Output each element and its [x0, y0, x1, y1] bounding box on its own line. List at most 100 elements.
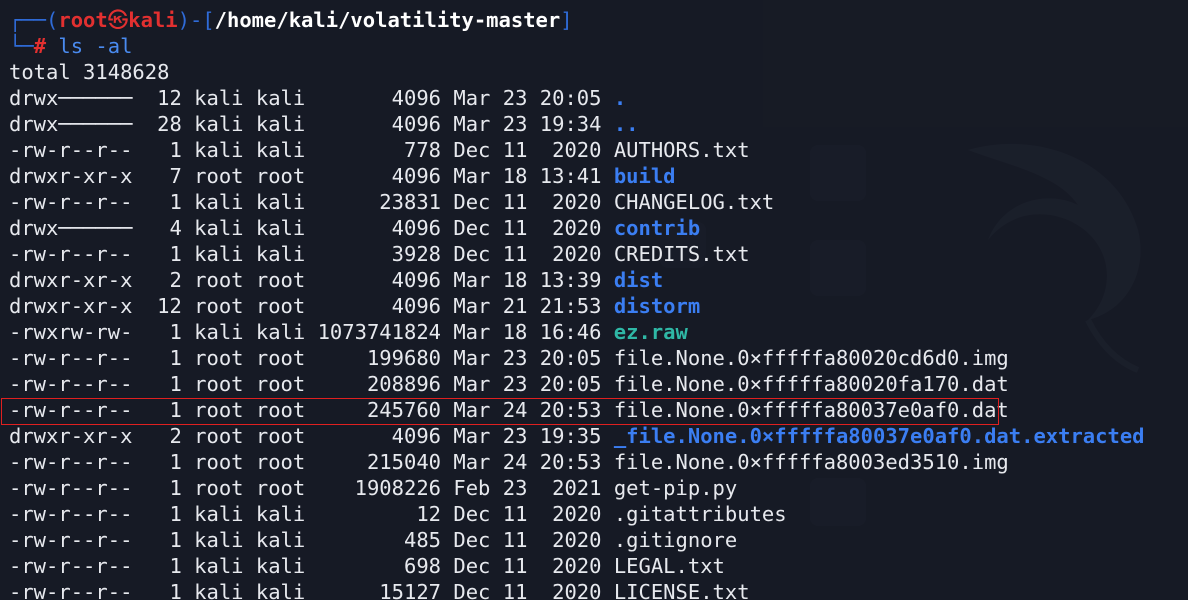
listing-date: Mar 23 19:35 [453, 424, 602, 448]
listing-row: -rw-r--r-- 1 kali kali 778 Dec 11 2020 A… [9, 137, 1145, 163]
listing-links: 1 [169, 138, 182, 162]
listing-filename: .gitattributes [613, 502, 787, 526]
listing-group: kali [255, 190, 306, 214]
total-line: total 3148628 [9, 60, 170, 84]
listing-group: kali [255, 502, 306, 526]
listing-links: 1 [169, 450, 182, 474]
listing-size: 4096 [391, 268, 442, 292]
listing-links: 1 [169, 242, 182, 266]
listing-owner: kali [194, 580, 244, 600]
listing-owner: root [194, 424, 244, 448]
listing-row: -rw-r--r-- 1 root root 208896 Mar 23 20:… [9, 371, 1145, 397]
listing-size: 4096 [391, 294, 442, 318]
listing-links: 1 [169, 372, 182, 396]
listing-filename: file.None.0×fffffa8003ed3510.img [613, 450, 1009, 474]
listing-row: -rw-r--r-- 1 kali kali 485 Dec 11 2020 .… [9, 527, 1145, 553]
listing-filename: . [613, 86, 627, 110]
listing-perms: -rw-r--r-- [9, 502, 133, 526]
listing-filename: build [613, 164, 676, 188]
listing-size: 4096 [391, 112, 442, 136]
listing-filename: file.None.0×fffffa80020cd6d0.img [613, 346, 1009, 370]
listing-perms: -rw-r--r-- [9, 580, 133, 600]
listing-owner: root [194, 294, 244, 318]
listing-group: kali [255, 216, 306, 240]
listing-group: root [255, 450, 306, 474]
listing-perms: -rw-r--r-- [9, 138, 133, 162]
listing-perms: -rw-r--r-- [9, 372, 133, 396]
listing-size: 485 [403, 528, 442, 552]
listing-owner: kali [194, 502, 244, 526]
listing-filename: contrib [613, 216, 701, 240]
listing-size: 4096 [391, 86, 442, 110]
listing-perms: -rwxrw-rw- [9, 320, 133, 344]
listing-date: Dec 11 2020 [453, 580, 602, 600]
listing-date: Dec 11 2020 [453, 242, 602, 266]
listing-owner: root [194, 476, 244, 500]
listing-links: 1 [169, 528, 182, 552]
listing-owner: kali [194, 242, 244, 266]
listing-filename: ez.raw [613, 320, 688, 344]
listing-owner: root [194, 450, 244, 474]
listing-filename: .gitignore [613, 528, 738, 552]
listing-date: Mar 23 20:05 [453, 372, 602, 396]
listing-owner: root [194, 164, 244, 188]
listing-row: -rw-r--r-- 1 kali kali 698 Dec 11 2020 L… [9, 553, 1145, 579]
listing-owner: kali [194, 138, 244, 162]
listing-perms: drwxr-xr-x [9, 424, 133, 448]
listing-group: root [255, 346, 306, 370]
listing-size: 4096 [391, 216, 442, 240]
listing-date: Mar 23 20:05 [453, 346, 602, 370]
listing-filename: distorm [613, 294, 701, 318]
listing-links: 7 [169, 164, 182, 188]
listing-links: 1 [169, 346, 182, 370]
command-text: ls -al [46, 34, 133, 58]
listing-perms: -rw-r--r-- [9, 450, 133, 474]
listing-date: Dec 11 2020 [453, 528, 602, 552]
listing-size: 4096 [391, 424, 442, 448]
listing-size: 215040 [366, 450, 442, 474]
listing-size: 778 [403, 138, 442, 162]
listing-size: 3928 [391, 242, 442, 266]
listing-perms: -rw-r--r-- [9, 476, 133, 500]
terminal-window[interactable]: ┌──(root㉿kali)-[/home/kali/volatility-ma… [0, 0, 1188, 600]
listing-size: 12 [416, 502, 442, 526]
listing-size: 15127 [379, 580, 442, 600]
listing-row: -rw-r--r-- 1 kali kali 3928 Dec 11 2020 … [9, 241, 1145, 267]
listing-filename: file.None.0×fffffa80020fa170.dat [613, 372, 1009, 396]
listing-links: 1 [169, 190, 182, 214]
listing-group: root [255, 294, 306, 318]
listing-links: 1 [169, 554, 182, 578]
prompt-host: kali [128, 8, 178, 32]
listing-date: Mar 24 20:53 [453, 450, 602, 474]
listing-filename: AUTHORS.txt [613, 138, 750, 162]
listing-perms: drwxr-xr-x [9, 164, 133, 188]
listing-filename: .. [613, 112, 639, 136]
listing-group: root [255, 164, 306, 188]
listing-filename: dist [613, 268, 664, 292]
listing-size: 199680 [366, 346, 442, 370]
prompt-frame: )-[ [177, 8, 215, 32]
listing-row: -rw-r--r-- 1 kali kali 23831 Dec 11 2020… [9, 189, 1145, 215]
listing-date: Dec 11 2020 [453, 502, 602, 526]
listing-date: Feb 23 2021 [453, 476, 602, 500]
listing-row: drwxr-xr-x 12 root root 4096 Mar 21 21:5… [9, 293, 1145, 319]
terminal-output: ┌──(root㉿kali)-[/home/kali/volatility-ma… [9, 7, 1145, 600]
listing-owner: root [194, 372, 244, 396]
listing-date: Mar 23 19:34 [453, 112, 602, 136]
listing-perms: drwxr-xr-x [9, 268, 133, 292]
listing-links: 2 [169, 268, 182, 292]
prompt-frame: ] [560, 8, 573, 32]
listing-links: 1 [169, 580, 182, 600]
listing-group: kali [255, 242, 306, 266]
prompt-frame: ┌──( [9, 8, 59, 32]
listing-perms: drwx────── [9, 86, 133, 110]
listing-filename: CHANGELOG.txt [613, 190, 775, 214]
listing-group: root [255, 476, 306, 500]
listing-group: root [255, 424, 306, 448]
listing-date: Mar 18 13:39 [453, 268, 602, 292]
listing-owner: kali [194, 86, 244, 110]
listing-filename: CREDITS.txt [613, 242, 750, 266]
listing-group: kali [255, 580, 306, 600]
directory-listing: drwx────── 12 kali kali 4096 Mar 23 20:0… [9, 85, 1145, 600]
listing-row: -rwxrw-rw- 1 kali kali 1073741824 Mar 18… [9, 319, 1145, 345]
